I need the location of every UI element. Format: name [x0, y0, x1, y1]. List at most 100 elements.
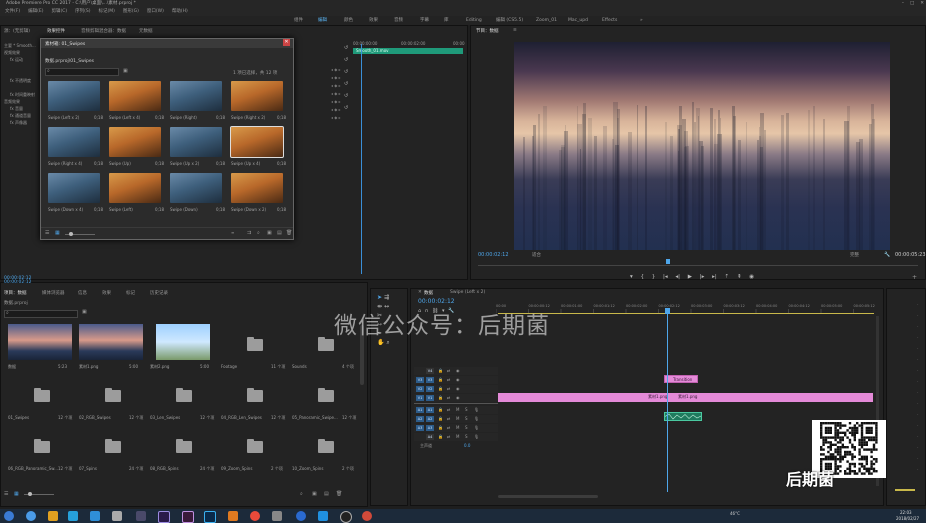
workspace-effects[interactable]: 效果: [369, 16, 378, 25]
track-header[interactable]: A2 A2 🔒 ⇄ M S 🎙: [414, 415, 498, 423]
zoom-slider-handle[interactable]: [28, 492, 32, 496]
start-icon[interactable]: [4, 511, 14, 521]
tab-markers[interactable]: 标记: [126, 290, 135, 296]
folder-icon[interactable]: [176, 388, 192, 402]
step-back-icon[interactable]: ◂|: [675, 274, 680, 280]
bin-thumbnail[interactable]: [170, 127, 222, 157]
tab-history[interactable]: 历史记录: [150, 290, 168, 296]
tab-project[interactable]: 项目：数据: [4, 290, 27, 296]
menu-edit[interactable]: 编辑(E): [28, 9, 43, 14]
folder-icon[interactable]: [318, 439, 334, 453]
new-item-icon[interactable]: ▤: [324, 491, 329, 497]
app-icon[interactable]: [68, 511, 78, 521]
new-item-icon[interactable]: ▤: [277, 230, 282, 236]
folder-icon[interactable]: [176, 439, 192, 453]
audio-clip[interactable]: [664, 412, 702, 421]
lock-icon[interactable]: 🔒: [438, 433, 443, 441]
bin-thumbnail[interactable]: [48, 81, 100, 111]
bin-thumbnail[interactable]: [109, 173, 161, 203]
lock-icon[interactable]: 🔒: [438, 406, 443, 414]
project-thumbnail[interactable]: [79, 324, 143, 360]
track-select-icon[interactable]: ⇶: [384, 294, 389, 301]
bin-thumbnail[interactable]: [170, 81, 222, 111]
marker-icon[interactable]: ▾: [630, 274, 633, 280]
work-area-bar[interactable]: [498, 313, 874, 314]
menu-sequence[interactable]: 序列(S): [75, 9, 90, 14]
source-patch-button[interactable]: V3: [416, 377, 424, 383]
source-patch-button[interactable]: A3: [416, 425, 424, 431]
bin-thumbnail[interactable]: [230, 126, 284, 158]
track-header[interactable]: V1 V1 🔒 ⇄ ◉: [414, 394, 498, 402]
export-frame-icon[interactable]: ◉: [749, 274, 754, 280]
browser-icon[interactable]: [26, 511, 36, 521]
mute-icon[interactable]: M: [456, 415, 459, 423]
workspace-assembly[interactable]: 组件: [294, 16, 303, 25]
menu-clip[interactable]: 剪辑(C): [51, 9, 67, 14]
photoshop-icon[interactable]: [204, 511, 216, 523]
bin-thumbnail[interactable]: [48, 173, 100, 203]
reset-icon[interactable]: ↺: [344, 90, 348, 102]
track-header[interactable]: A4 🔒 ⇄ M S 🎙: [414, 433, 498, 441]
app-icon[interactable]: [362, 511, 372, 521]
source-patch-button[interactable]: V1: [416, 395, 424, 401]
wrench-icon[interactable]: 🔧: [884, 252, 890, 258]
bin-search-input[interactable]: ⌕: [45, 68, 119, 76]
aftereffects-icon[interactable]: [182, 511, 194, 523]
mute-icon[interactable]: M: [456, 424, 459, 432]
reset-icon[interactable]: ↺: [344, 54, 348, 66]
playhead-handle[interactable]: [665, 308, 670, 314]
lock-icon[interactable]: 🔒: [438, 424, 443, 432]
source-patch-button[interactable]: A2: [416, 416, 424, 422]
chrome-icon[interactable]: [250, 511, 260, 521]
more-workspaces-icon[interactable]: »: [640, 16, 643, 25]
tab-effects[interactable]: 效果: [102, 290, 111, 296]
reset-icon[interactable]: ↺: [344, 42, 348, 54]
solo-icon[interactable]: S: [465, 406, 468, 414]
tab-nested-sequence[interactable]: Swipe (Left x 2): [450, 290, 485, 295]
sort-icon[interactable]: ≡: [231, 230, 234, 235]
program-timecode[interactable]: 00:00:02:12: [478, 252, 509, 258]
track-target-button[interactable]: V3: [426, 377, 434, 383]
fit-dropdown[interactable]: 适合: [532, 252, 541, 258]
icon-view-icon[interactable]: ▦: [55, 230, 60, 236]
tab-audio-mixer[interactable]: 音频剪辑混合器：数据: [81, 28, 126, 34]
eye-icon[interactable]: ◉: [456, 385, 460, 393]
track-target-button[interactable]: V1: [426, 395, 434, 401]
tab-effect-controls[interactable]: 效果控件: [47, 28, 65, 34]
solo-icon[interactable]: S: [465, 433, 468, 441]
mic-icon[interactable]: 🎙: [474, 406, 479, 414]
master-value[interactable]: 0.0: [464, 443, 470, 448]
lock-icon[interactable]: 🔒: [438, 376, 443, 384]
eye-icon[interactable]: ◉: [456, 376, 460, 384]
effect-row[interactable]: fx 音量: [4, 105, 36, 112]
mic-icon[interactable]: 🎙: [474, 424, 479, 432]
lock-icon[interactable]: 🔒: [438, 394, 443, 402]
app-icon[interactable]: [136, 511, 146, 521]
bin-title-bar[interactable]: 素材箱: 01_Swipes ✕: [41, 39, 293, 48]
folder-icon[interactable]: [34, 439, 50, 453]
project-thumbnail[interactable]: [8, 324, 72, 360]
close-icon[interactable]: ✕: [920, 0, 924, 8]
effect-row[interactable]: fx 运动: [4, 56, 36, 63]
eye-icon[interactable]: ◉: [456, 367, 460, 375]
folder-icon[interactable]: [247, 388, 263, 402]
workspace-color[interactable]: 颜色: [344, 16, 353, 25]
program-time-ruler[interactable]: [478, 261, 918, 266]
track-header[interactable]: V2 V2 🔒 ⇄ ◉: [414, 385, 498, 393]
out-point-icon[interactable]: }: [652, 274, 656, 280]
lock-icon[interactable]: 🔒: [438, 367, 443, 375]
mute-icon[interactable]: M: [456, 433, 459, 441]
workspace-titles[interactable]: 字幕: [420, 16, 429, 25]
project-thumbnail[interactable]: [156, 324, 210, 360]
effect-row[interactable]: fx 不透明度: [4, 77, 36, 84]
folder-icon[interactable]: [318, 388, 334, 402]
lock-icon[interactable]: 🔒: [438, 385, 443, 393]
menu-graphics[interactable]: 图形(G): [123, 9, 139, 14]
close-icon[interactable]: ✕: [283, 39, 290, 46]
effect-row[interactable]: fx 时间重映射: [4, 91, 36, 98]
icon-view-icon[interactable]: ▦: [14, 491, 19, 497]
go-to-out-icon[interactable]: ▸|: [712, 274, 717, 280]
app-icon[interactable]: [318, 511, 328, 521]
source-patch-button[interactable]: V2: [416, 386, 424, 392]
track-target-button[interactable]: A2: [426, 416, 434, 422]
